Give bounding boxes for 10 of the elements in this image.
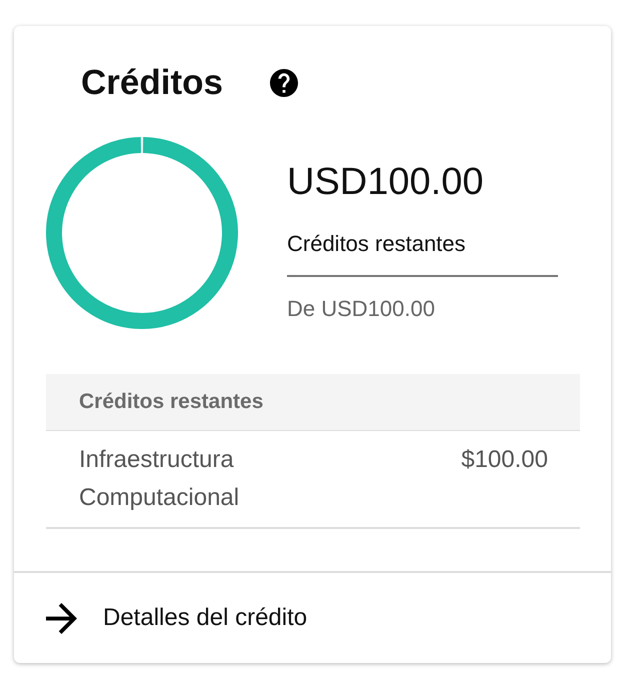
- help-icon[interactable]: [270, 69, 298, 97]
- remaining-label: Créditos restantes: [287, 230, 466, 258]
- card-title: Créditos: [81, 62, 223, 104]
- credit-details-link[interactable]: Detalles del crédito: [46, 602, 308, 634]
- arrow-right-icon: [46, 602, 77, 634]
- table-cell-text: $100.00: [461, 445, 548, 475]
- column-header: Créditos restantes: [79, 390, 264, 414]
- table-cell-text: Infraestructura Computacional: [79, 445, 240, 513]
- remaining-amount: USD100.00: [287, 160, 484, 205]
- total-amount: De USD100.00: [287, 295, 435, 323]
